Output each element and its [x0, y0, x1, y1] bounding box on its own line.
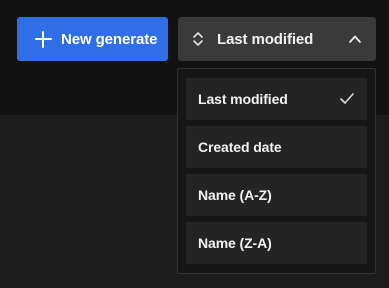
sort-option-name-desc[interactable]: Name (Z-A) — [186, 222, 367, 264]
check-icon — [340, 93, 354, 104]
sort-option-last-modified[interactable]: Last modified — [186, 78, 367, 120]
plus-icon — [35, 30, 52, 48]
chevron-up-icon — [349, 35, 361, 43]
new-generate-label: New generate — [61, 30, 158, 48]
sort-menu: Last modified Created date Name (A-Z) Na… — [177, 68, 376, 274]
sort-selected-label: Last modified — [217, 30, 314, 48]
sort-option-label: Created date — [198, 139, 282, 155]
sort-option-name-asc[interactable]: Name (A-Z) — [186, 174, 367, 216]
sort-option-label: Last modified — [198, 91, 288, 107]
sort-dropdown-button[interactable]: Last modified — [178, 17, 376, 61]
new-generate-button[interactable]: New generate — [17, 17, 168, 61]
sort-arrows-icon — [193, 32, 203, 46]
sort-option-label: Name (A-Z) — [198, 187, 272, 203]
sort-option-created-date[interactable]: Created date — [186, 126, 367, 168]
sort-option-label: Name (Z-A) — [198, 235, 272, 251]
